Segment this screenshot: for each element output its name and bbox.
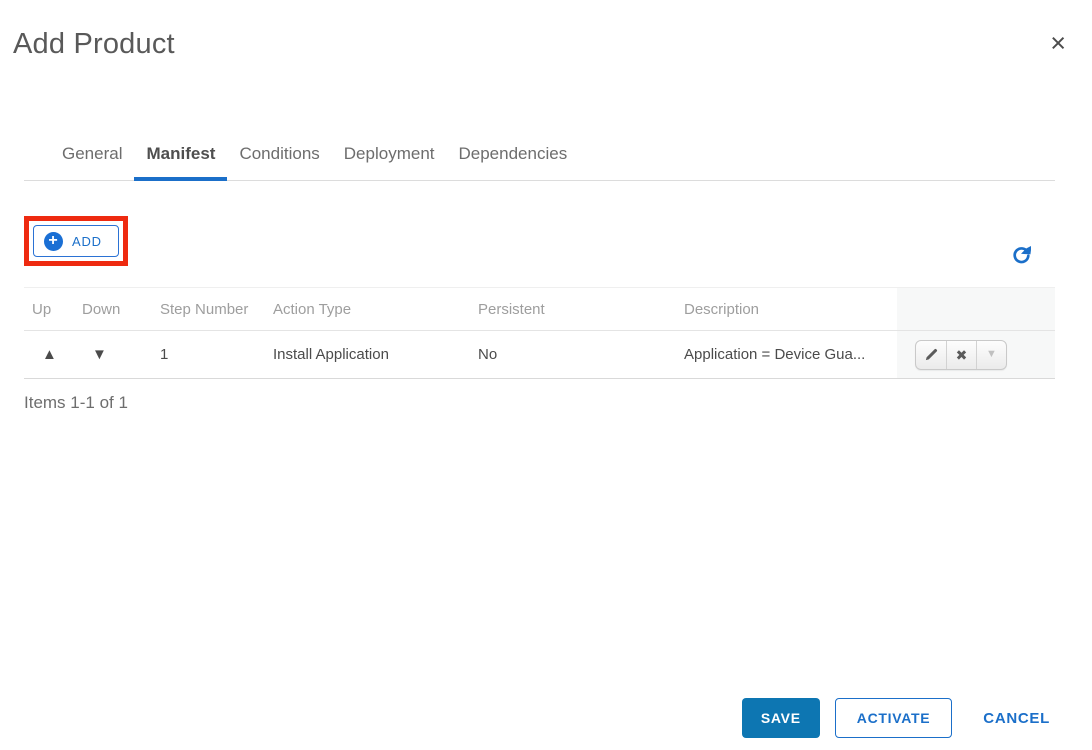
tab-bar: General Manifest Conditions Deployment D… xyxy=(24,138,1055,181)
column-header-up: Up xyxy=(24,287,74,331)
close-icon[interactable]: × xyxy=(1050,30,1066,57)
cell-persistent: No xyxy=(470,330,676,379)
manifest-steps-table: Up Down Step Number Action Type Persiste… xyxy=(24,287,1055,379)
tab-conditions[interactable]: Conditions xyxy=(227,138,331,181)
manifest-toolbar: + ADD xyxy=(24,216,1055,266)
delete-x-icon[interactable]: ✖ xyxy=(946,340,976,369)
annotation-highlight-box: + ADD xyxy=(24,216,128,266)
column-header-step-number: Step Number xyxy=(152,287,265,331)
add-button[interactable]: + ADD xyxy=(33,225,119,257)
tab-manifest[interactable]: Manifest xyxy=(134,138,228,181)
cell-row-actions: ✖ ▼ xyxy=(897,330,1055,379)
table-row: ▲ ▼ 1 Install Application No Application… xyxy=(24,330,1055,379)
add-button-label: ADD xyxy=(72,233,102,249)
pagination-summary: Items 1-1 of 1 xyxy=(24,393,128,412)
add-product-dialog: Add Product × General Manifest Condition… xyxy=(0,0,1092,750)
move-down-icon[interactable]: ▼ xyxy=(74,330,152,379)
column-header-persistent: Persistent xyxy=(470,287,676,331)
activate-button[interactable]: ACTIVATE xyxy=(834,698,953,738)
cancel-button[interactable]: CANCEL xyxy=(983,710,1050,727)
edit-pencil-icon[interactable] xyxy=(916,341,946,369)
cell-description: Application = Device Gua... xyxy=(676,330,897,379)
page-title: Add Product xyxy=(13,28,175,60)
refresh-icon[interactable] xyxy=(1012,245,1032,264)
tab-deployment[interactable]: Deployment xyxy=(332,138,447,181)
table-header-row: Up Down Step Number Action Type Persiste… xyxy=(24,287,1055,331)
plus-circle-icon: + xyxy=(44,231,63,251)
cell-action-type: Install Application xyxy=(265,330,470,379)
dialog-footer: SAVE ACTIVATE CANCEL xyxy=(741,698,1050,738)
more-actions-icon[interactable]: ▼ xyxy=(976,340,1006,369)
tab-dependencies[interactable]: Dependencies xyxy=(447,138,580,181)
column-header-action-type: Action Type xyxy=(265,287,470,331)
move-up-icon[interactable]: ▲ xyxy=(24,330,74,379)
tab-general[interactable]: General xyxy=(50,138,134,181)
cell-step-number: 1 xyxy=(152,330,265,379)
column-header-actions xyxy=(897,287,1055,331)
row-action-group: ✖ ▼ xyxy=(915,339,1007,370)
save-button[interactable]: SAVE xyxy=(741,698,820,738)
column-header-description: Description xyxy=(676,287,897,331)
column-header-down: Down xyxy=(74,287,152,331)
